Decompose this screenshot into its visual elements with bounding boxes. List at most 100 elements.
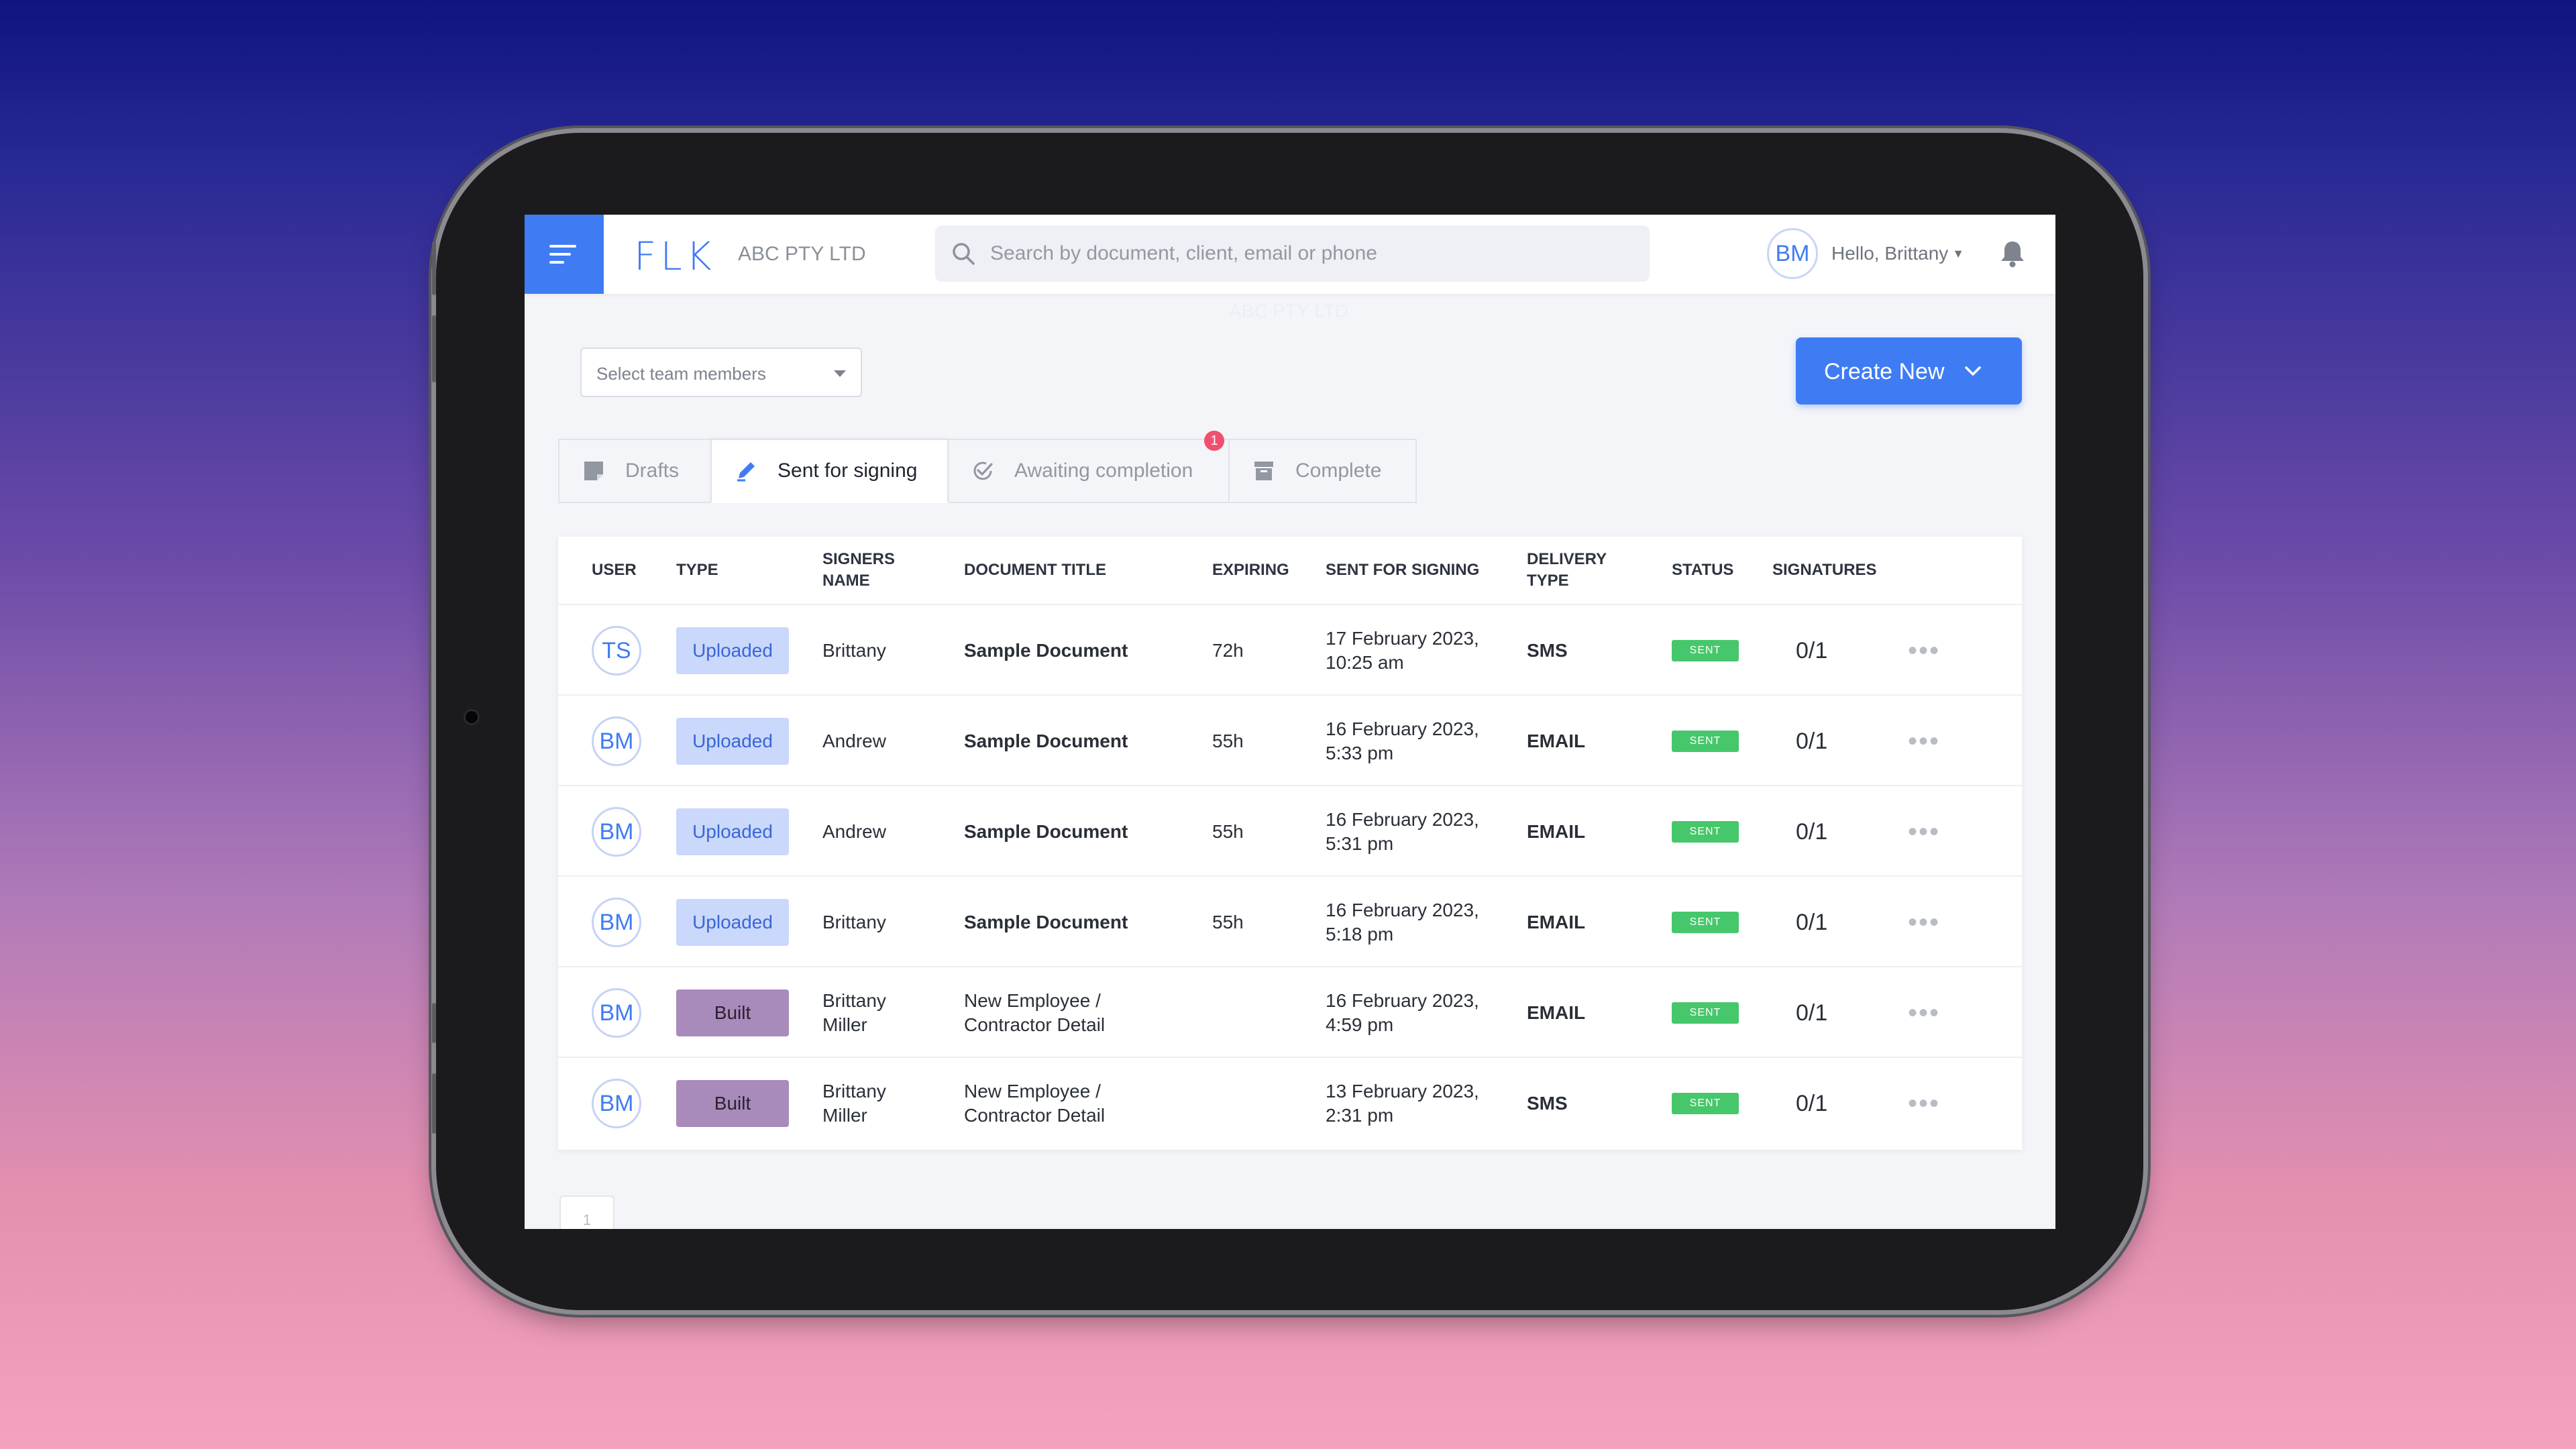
dropdown-arrow-icon — [834, 370, 846, 377]
signatures-count: 0/1 — [1796, 1000, 1828, 1026]
table-row[interactable]: BM Uploaded Brittany Sample Document 55h… — [558, 875, 2022, 966]
tab-label: Awaiting completion — [1014, 460, 1193, 482]
tab-drafts[interactable]: Drafts — [558, 439, 712, 503]
type-badge: Built — [676, 989, 789, 1036]
document-title[interactable]: Sample Document — [964, 605, 1172, 696]
column-header-status: STATUS — [1672, 561, 1734, 579]
document-title[interactable]: New Employee / Contractor Detail — [964, 1058, 1138, 1148]
top-bar: FLK ABC PTY LTD BM Hello, Brittany▼ — [525, 215, 2055, 294]
user-avatar: BM — [592, 1078, 641, 1128]
table-row[interactable]: BM Uploaded Andrew Sample Document 55h 1… — [558, 785, 2022, 875]
signers-name: Brittany — [822, 639, 886, 661]
table-row[interactable]: BM Uploaded Andrew Sample Document 55h 1… — [558, 694, 2022, 785]
signatures-count: 0/1 — [1796, 637, 1828, 663]
user-menu[interactable]: Hello, Brittany ▼ — [1831, 243, 1964, 264]
search-box[interactable] — [935, 225, 1650, 282]
signers-name: Brittany — [822, 911, 886, 932]
status-badge: SENT — [1672, 730, 1739, 752]
side-button — [432, 1073, 436, 1134]
document-title[interactable]: Sample Document — [964, 696, 1172, 786]
document-title[interactable]: Sample Document — [964, 877, 1172, 967]
delivery-type: EMAIL — [1527, 1002, 1586, 1023]
chevron-down-icon — [1965, 366, 1981, 376]
pagination-page[interactable]: 1 — [559, 1195, 614, 1229]
user-avatar: BM — [592, 897, 641, 947]
user-avatar: BM — [592, 806, 641, 857]
tab-awaiting-completion[interactable]: Awaiting completion 1 — [947, 431, 1230, 503]
menu-button[interactable] — [525, 215, 604, 294]
sent-date: 13 February 2023, 2:31 pm — [1326, 1080, 1479, 1126]
more-dots-icon[interactable]: ••• — [1908, 1058, 1940, 1148]
sent-date: 16 February 2023, 5:31 pm — [1326, 808, 1479, 854]
sent-date: 16 February 2023, 5:33 pm — [1326, 718, 1479, 763]
bell-icon[interactable] — [1999, 239, 2026, 268]
tab-complete[interactable]: Complete — [1228, 439, 1417, 503]
signatures-count: 0/1 — [1796, 818, 1828, 845]
type-badge: Built — [676, 1079, 789, 1127]
company-name: ABC PTY LTD — [738, 243, 866, 265]
sent-date: 17 February 2023, 10:25 am — [1326, 627, 1479, 673]
more-dots-icon[interactable]: ••• — [1908, 786, 1940, 877]
documents-table: USER TYPE SIGNERS NAME DOCUMENT TITLE EX… — [558, 537, 2022, 1150]
more-dots-icon[interactable]: ••• — [1908, 967, 1940, 1058]
document-title[interactable]: Sample Document — [964, 786, 1172, 877]
status-badge: SENT — [1672, 820, 1739, 843]
caret-down-icon: ▼ — [1952, 247, 1965, 260]
delivery-type: EMAIL — [1527, 730, 1586, 751]
column-header-delivery-type: DELIVERY TYPE — [1527, 550, 1607, 590]
type-badge: Uploaded — [676, 898, 789, 946]
document-tabs: Drafts Sent for signing Awaiting complet… — [558, 431, 1417, 503]
user-avatar: TS — [592, 625, 641, 676]
notification-badge: 1 — [1204, 431, 1224, 451]
user-avatar: BM — [592, 987, 641, 1038]
greeting-text: Hello, Brittany — [1831, 243, 1949, 264]
expiring: 55h — [1212, 820, 1244, 842]
type-badge: Uploaded — [676, 717, 789, 765]
signers-name: Andrew — [822, 820, 886, 842]
create-new-label: Create New — [1824, 359, 1945, 384]
status-badge: SENT — [1672, 639, 1739, 661]
hamburger-icon — [549, 245, 576, 264]
tab-label: Complete — [1295, 460, 1382, 482]
status-badge: SENT — [1672, 911, 1739, 933]
pen-icon — [735, 460, 757, 482]
user-avatar[interactable]: BM — [1767, 228, 1818, 279]
app-screen: FLK ABC PTY LTD BM Hello, Brittany▼ ABC … — [525, 215, 2055, 1229]
signatures-count: 0/1 — [1796, 728, 1828, 754]
more-dots-icon[interactable]: ••• — [1908, 605, 1940, 696]
expiring: 55h — [1212, 911, 1244, 932]
team-select-placeholder: Select team members — [596, 364, 766, 384]
side-button — [432, 1003, 436, 1043]
delivery-type: EMAIL — [1527, 911, 1586, 932]
column-header-document-title: DOCUMENT TITLE — [964, 561, 1106, 579]
signers-name: Brittany Miller — [822, 989, 886, 1035]
sent-date: 16 February 2023, 5:18 pm — [1326, 899, 1479, 945]
search-input[interactable] — [990, 225, 1634, 282]
column-header-signatures: SIGNATURES — [1772, 561, 1877, 579]
create-new-button[interactable]: Create New — [1796, 337, 2022, 405]
expiring: 72h — [1212, 639, 1244, 661]
check-circle-icon — [971, 460, 994, 482]
user-avatar: BM — [592, 716, 641, 766]
document-title[interactable]: New Employee / Contractor Detail — [964, 967, 1138, 1058]
side-button — [432, 241, 436, 295]
tab-sent-for-signing[interactable]: Sent for signing — [710, 439, 949, 503]
more-dots-icon[interactable]: ••• — [1908, 696, 1940, 786]
delivery-type: SMS — [1527, 639, 1568, 661]
signers-name: Brittany Miller — [822, 1080, 886, 1126]
column-header-sent-for-signing: SENT FOR SIGNING — [1326, 561, 1480, 579]
type-badge: Uploaded — [676, 808, 789, 855]
app-logo[interactable]: FLK — [634, 233, 716, 279]
team-members-select[interactable]: Select team members — [580, 347, 862, 397]
camera — [466, 711, 478, 723]
more-dots-icon[interactable]: ••• — [1908, 877, 1940, 967]
table-row[interactable]: TS Uploaded Brittany Sample Document 72h… — [558, 604, 2022, 694]
column-header-expiring: EXPIRING — [1212, 561, 1289, 579]
search-icon — [953, 243, 975, 265]
table-row[interactable]: BM Built Brittany Miller New Employee / … — [558, 966, 2022, 1057]
status-badge: SENT — [1672, 1002, 1739, 1024]
archive-icon — [1252, 460, 1275, 482]
column-header-signers: SIGNERS NAME — [822, 550, 896, 590]
expiring: 55h — [1212, 730, 1244, 751]
table-row[interactable]: BM Built Brittany Miller New Employee / … — [558, 1057, 2022, 1147]
